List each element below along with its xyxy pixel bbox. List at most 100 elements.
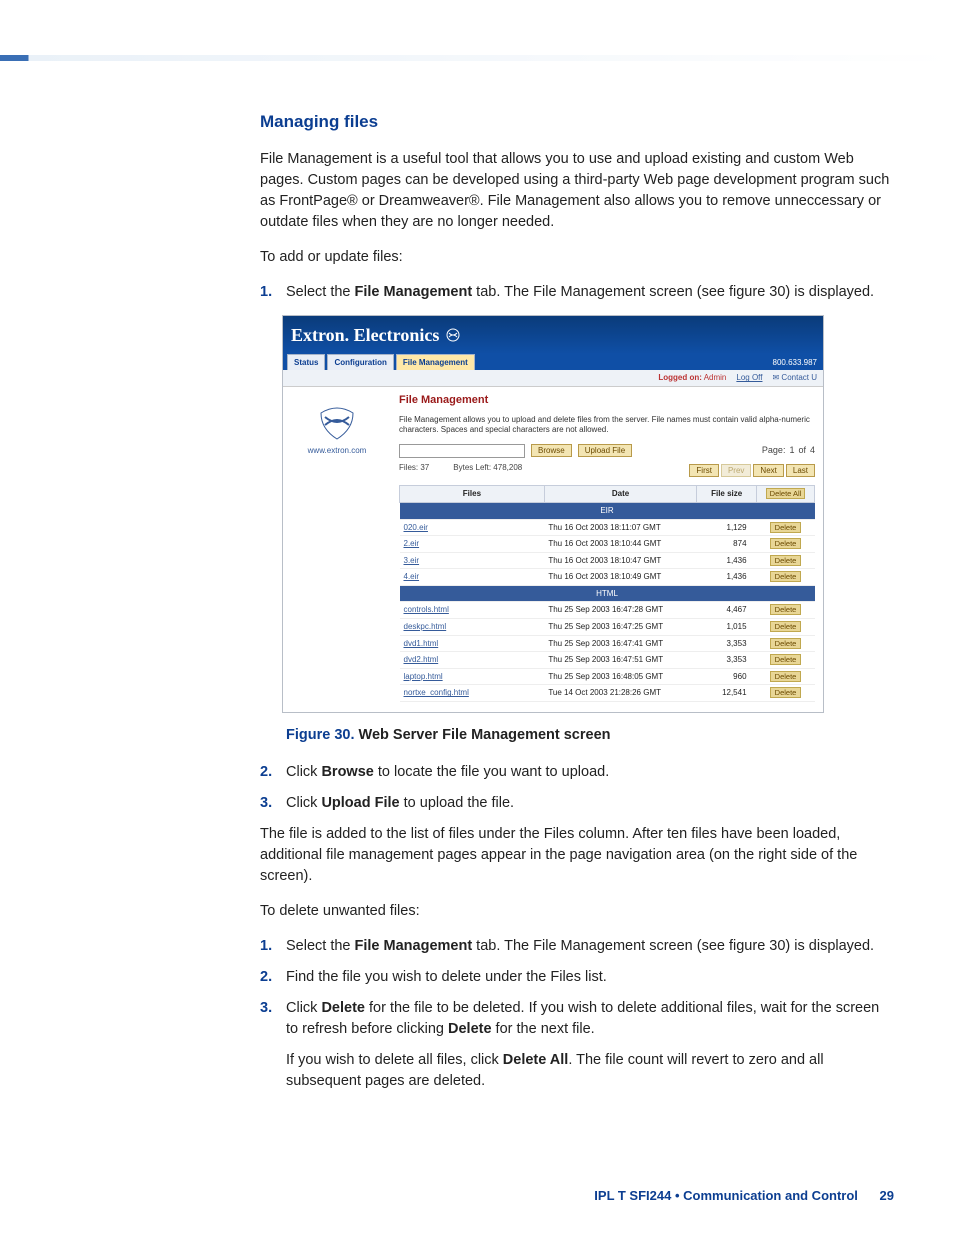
delete-all-button[interactable]: Delete All bbox=[766, 488, 806, 499]
file-date: Thu 16 Oct 2003 18:11:07 GMT bbox=[544, 519, 696, 536]
tab-configuration[interactable]: Configuration bbox=[327, 354, 393, 371]
col-size: File size bbox=[697, 486, 757, 503]
file-size: 874 bbox=[697, 536, 757, 553]
step-text: Click bbox=[286, 795, 321, 811]
nav-last-button[interactable]: Last bbox=[786, 464, 815, 477]
file-date: Thu 16 Oct 2003 18:10:47 GMT bbox=[544, 552, 696, 569]
step-text: tab. The File Management screen (see fig… bbox=[472, 938, 874, 954]
file-link[interactable]: controls.html bbox=[404, 605, 449, 614]
delete-button[interactable]: Delete bbox=[770, 671, 802, 682]
page-label: Page: bbox=[762, 444, 786, 457]
logged-on-label: Logged on: bbox=[658, 373, 702, 382]
tab-status[interactable]: Status bbox=[287, 354, 325, 371]
footer-text: IPL T SFI244 • Communication and Control bbox=[594, 1188, 858, 1203]
step-bold: File Management bbox=[355, 938, 473, 954]
delete-button[interactable]: Delete bbox=[770, 638, 802, 649]
step-text: Find the file you wish to delete under t… bbox=[286, 969, 607, 985]
file-path-input[interactable] bbox=[399, 444, 525, 458]
file-date: Tue 14 Oct 2003 21:28:26 GMT bbox=[544, 685, 696, 702]
upload-file-button[interactable]: Upload File bbox=[578, 444, 632, 457]
file-size: 4,467 bbox=[697, 602, 757, 619]
file-size: 960 bbox=[697, 668, 757, 685]
step-number: 1. bbox=[260, 936, 272, 957]
delete-button[interactable]: Delete bbox=[770, 538, 802, 549]
sidebar-site-link[interactable]: www.extron.com bbox=[287, 445, 387, 457]
app-brand: Extron. Electronics bbox=[283, 316, 823, 354]
section-heading: Managing files bbox=[260, 110, 890, 135]
file-link[interactable]: dvd2.html bbox=[404, 655, 439, 664]
files-count: 37 bbox=[420, 463, 429, 472]
figure-caption-label: Figure 30. bbox=[286, 727, 355, 743]
delete-button[interactable]: Delete bbox=[770, 654, 802, 665]
step-text: to upload the file. bbox=[400, 795, 514, 811]
step-text: Click bbox=[286, 1000, 321, 1016]
intro-paragraph: File Management is a useful tool that al… bbox=[260, 149, 890, 233]
contact-link[interactable]: ✉ Contact U bbox=[772, 372, 817, 384]
col-date: Date bbox=[544, 486, 696, 503]
tab-bar: Status Configuration File Management bbox=[283, 354, 767, 371]
delete-button[interactable]: Delete bbox=[770, 571, 802, 582]
step-text: for the next file. bbox=[492, 1021, 595, 1037]
file-link[interactable]: nortxe_config.html bbox=[404, 688, 469, 697]
files-label: Files: bbox=[399, 463, 418, 472]
step-text: to locate the file you want to upload. bbox=[374, 764, 609, 780]
file-size: 12,541 bbox=[697, 685, 757, 702]
table-row: 2.eir Thu 16 Oct 2003 18:10:44 GMT874 Dele… bbox=[400, 536, 815, 553]
table-row: dvd1.html Thu 25 Sep 2003 16:47:41 GMT3,3… bbox=[400, 635, 815, 652]
tab-file-management[interactable]: File Management bbox=[396, 354, 475, 371]
delete-button[interactable]: Delete bbox=[770, 522, 802, 533]
step-text: Select the bbox=[286, 284, 355, 300]
file-date: Thu 25 Sep 2003 16:47:25 GMT bbox=[544, 619, 696, 636]
table-row: 020.eirThu 16 Oct 2003 18:11:07 GMT1,129… bbox=[400, 519, 815, 536]
browse-button[interactable]: Browse bbox=[531, 444, 572, 457]
step-number: 3. bbox=[260, 998, 272, 1019]
table-row: deskpc.htmlThu 25 Sep 2003 16:47:25 GMT1… bbox=[400, 619, 815, 636]
bytes-label: Bytes Left: bbox=[453, 463, 491, 472]
file-date: Thu 25 Sep 2003 16:48:05 GMT bbox=[544, 668, 696, 685]
panel-desc: File Management allows you to upload and… bbox=[399, 415, 815, 436]
file-link[interactable]: 2.eir bbox=[404, 539, 420, 548]
add-intro: To add or update files: bbox=[260, 247, 890, 268]
table-row: laptop.html Thu 25 Sep 2003 16:48:05 GMT9… bbox=[400, 668, 815, 685]
brand-text: Extron. Electronics bbox=[291, 322, 439, 348]
file-date: Thu 16 Oct 2003 18:10:44 GMT bbox=[544, 536, 696, 553]
figure-caption: Figure 30. Web Server File Management sc… bbox=[286, 725, 890, 746]
nav-next-button[interactable]: Next bbox=[753, 464, 783, 477]
file-size: 1,436 bbox=[697, 569, 757, 586]
nav-prev-button[interactable]: Prev bbox=[721, 464, 751, 477]
delete-button[interactable]: Delete bbox=[770, 555, 802, 566]
file-date: Thu 25 Sep 2003 16:47:41 GMT bbox=[544, 635, 696, 652]
file-link[interactable]: deskpc.html bbox=[404, 622, 447, 631]
step-bold: Upload File bbox=[321, 795, 399, 811]
step-text: Select the bbox=[286, 938, 355, 954]
step-cont: If you wish to delete all files, click D… bbox=[286, 1050, 890, 1092]
step-number: 1. bbox=[260, 282, 272, 303]
page-number: 29 bbox=[880, 1188, 894, 1203]
delete-button[interactable]: Delete bbox=[770, 621, 802, 632]
group-html: HTML bbox=[400, 585, 815, 602]
table-row: nortxe_config.html Tue 14 Oct 2003 21:28:… bbox=[400, 685, 815, 702]
file-size: 3,353 bbox=[697, 652, 757, 669]
nav-first-button[interactable]: First bbox=[689, 464, 719, 477]
file-link[interactable]: laptop.html bbox=[404, 672, 443, 681]
file-size: 3,353 bbox=[697, 635, 757, 652]
table-row: dvd2.htmlThu 25 Sep 2003 16:47:51 GMT3,3… bbox=[400, 652, 815, 669]
file-link[interactable]: 4.eir bbox=[404, 572, 420, 581]
table-row: controls.htmlThu 25 Sep 2003 16:47:28 GM… bbox=[400, 602, 815, 619]
step-number: 2. bbox=[260, 762, 272, 783]
delete-button[interactable]: Delete bbox=[770, 604, 802, 615]
step-text: Click bbox=[286, 764, 321, 780]
phone-label: 800.633.987 bbox=[767, 355, 824, 371]
logoff-link[interactable]: Log Off bbox=[736, 372, 762, 384]
step-number: 2. bbox=[260, 967, 272, 988]
page-total: 4 bbox=[810, 444, 815, 457]
table-row: 3.eirThu 16 Oct 2003 18:10:47 GMT1,436De… bbox=[400, 552, 815, 569]
logged-on-user: Admin bbox=[704, 373, 727, 382]
file-link[interactable]: 020.eir bbox=[404, 523, 428, 532]
step-bold: Browse bbox=[321, 764, 373, 780]
file-link[interactable]: dvd1.html bbox=[404, 639, 439, 648]
group-eir: EIR bbox=[400, 502, 815, 519]
col-files: Files bbox=[400, 486, 545, 503]
delete-button[interactable]: Delete bbox=[770, 687, 802, 698]
file-link[interactable]: 3.eir bbox=[404, 556, 420, 565]
